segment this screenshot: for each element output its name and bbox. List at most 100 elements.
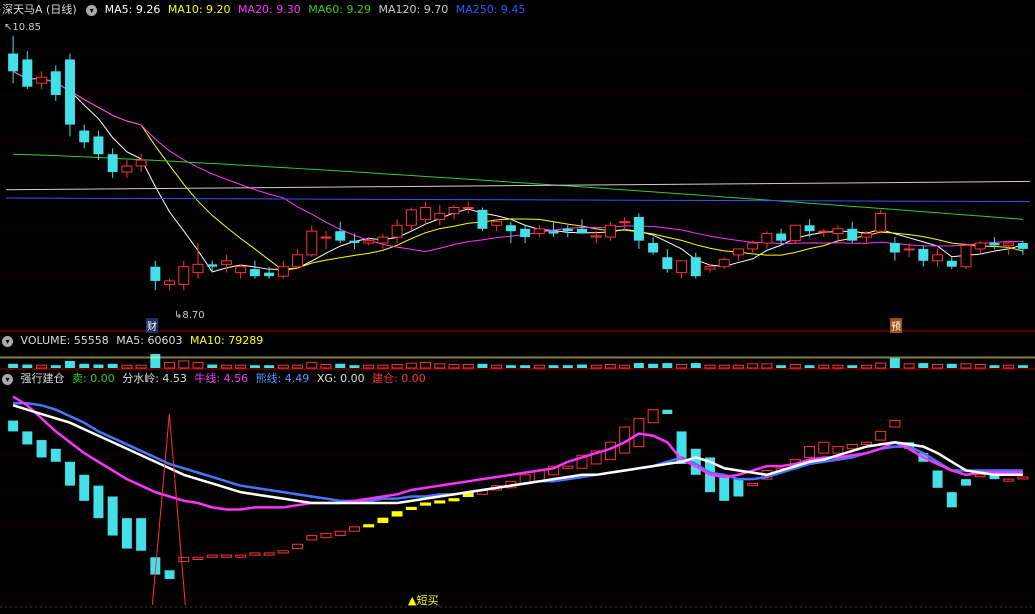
volume-bar (832, 364, 844, 369)
indicator-bar (36, 440, 47, 458)
candle-body (36, 76, 48, 84)
volume-bar (875, 362, 887, 369)
candle-body (747, 242, 759, 250)
chevron-down-icon[interactable]: ▾ (2, 335, 13, 347)
high-value: 10.85 (12, 22, 42, 33)
volume-bar (918, 363, 929, 368)
volume-label: VOLUME: 55558 (20, 334, 109, 347)
candle-body (989, 243, 1000, 246)
candle-body (903, 248, 915, 251)
chevron-down-icon[interactable]: ▾ (86, 4, 98, 16)
main-title: 深天马A (日线) (2, 3, 77, 16)
ma20-line (12, 70, 1023, 253)
candle-body (789, 224, 801, 242)
indicator-bar (277, 550, 289, 554)
volume-bar (676, 364, 688, 369)
candle-body (107, 154, 118, 172)
volume-bar (477, 363, 488, 368)
candle-body (249, 269, 260, 277)
indicator-bar (121, 518, 132, 549)
volume-bar (50, 365, 61, 368)
niu-label: 牛线: 4.56 (194, 372, 249, 385)
indicator-bar (263, 552, 275, 556)
volume-bar (448, 364, 460, 369)
candle-body (520, 228, 531, 238)
indicator-bar (93, 485, 104, 519)
main-header: 深天马A (日线) ▾ MA5: 9.26 MA10: 9.20 MA20: 9… (0, 2, 529, 18)
volume-bar (718, 364, 730, 369)
indicator-bar (50, 448, 61, 462)
candle-body (505, 225, 516, 232)
candle-body (562, 228, 573, 232)
indicator-bar (405, 506, 417, 511)
volume-bar (292, 364, 304, 369)
low-value: 8.70 (182, 310, 205, 321)
volume-bar (761, 363, 773, 369)
volume-bar (989, 365, 1000, 368)
candle-body (832, 228, 844, 235)
volume-bar (860, 364, 872, 369)
indicator-bar (79, 474, 90, 501)
vol-ma10-label: MA10: 79289 (189, 334, 264, 347)
ma120-label: MA120: 9.70 (378, 3, 449, 16)
indicator-bar (562, 465, 574, 469)
candle-body (633, 216, 644, 241)
candle-body (164, 280, 176, 285)
candle-body (1003, 242, 1015, 246)
forecast-event-badge[interactable]: 预 (890, 318, 902, 333)
indicator-name: 强行建仓 (20, 372, 65, 385)
candle-body (804, 225, 815, 232)
finance-event-badge[interactable]: 财 (146, 318, 158, 333)
volume-bar (548, 365, 559, 368)
volume-bar (789, 364, 801, 369)
volume-bar (434, 363, 446, 369)
volume-bar (335, 363, 346, 368)
candle-body (306, 230, 318, 256)
ma10-label: MA10: 9.20 (167, 3, 231, 16)
indicator-header: ▾ 强行建仓 卖: 0.00 分水岭: 4.53 牛线: 4.56 熊线: 4.… (0, 371, 430, 387)
candle-body (434, 212, 446, 220)
indicator-bar (249, 552, 261, 556)
indicator-bar (235, 554, 247, 558)
candle-body (363, 240, 375, 244)
candle-body (320, 236, 332, 239)
volume-bar (377, 364, 389, 369)
niu-line (12, 395, 1023, 511)
volume-bar (249, 365, 260, 368)
candle-body (533, 228, 545, 235)
indicator-bar (348, 526, 360, 532)
candle-body (192, 263, 204, 274)
volume-bar (932, 364, 944, 369)
indicator-bar (974, 474, 986, 478)
indicator-bar (733, 479, 744, 497)
volume-bar (662, 363, 673, 368)
xg-label: XG: 0.00 (316, 372, 365, 385)
indicator-bar (747, 482, 759, 487)
chevron-down-icon[interactable]: ▾ (2, 373, 13, 385)
indicator-bar (818, 441, 830, 454)
candle-body (93, 136, 104, 155)
volume-bar (150, 354, 161, 368)
indicator-bar (719, 474, 730, 501)
high-marker: ↖10.85 (4, 22, 42, 33)
candle-body (277, 266, 289, 277)
candle-body (377, 236, 389, 244)
indicator-bar (334, 530, 346, 537)
candle-body (207, 264, 218, 267)
vol-ma5-label: MA5: 60603 (116, 334, 183, 347)
indicator-bar (206, 554, 218, 558)
volume-bar (590, 364, 602, 369)
candle-body (590, 235, 602, 238)
ma250-line (5, 197, 1031, 203)
volume-bar (192, 361, 204, 369)
volume-bar (135, 364, 147, 369)
volume-bar (349, 365, 360, 368)
sell-label: 卖: 0.00 (72, 372, 115, 385)
volume-bar (491, 364, 503, 369)
candle-body (548, 231, 559, 234)
volume-bar (207, 364, 218, 368)
volume-bar (747, 363, 759, 369)
indicator-bar (178, 556, 190, 563)
indicator-bar (804, 446, 816, 458)
volume-bar (946, 363, 957, 368)
